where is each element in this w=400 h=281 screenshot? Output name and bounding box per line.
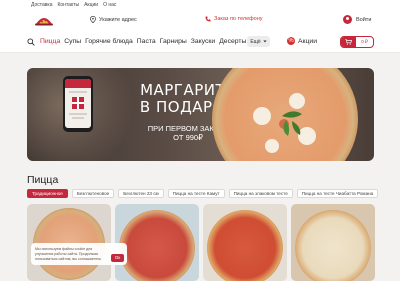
category-nav: Пицца Супы Горячие блюда Паста Гарниры З…	[0, 31, 400, 53]
nav-item-soups[interactable]: Супы	[64, 38, 81, 45]
order-by-phone[interactable]: Заказ по телефону	[205, 16, 263, 22]
nav-items: Пицца Супы Горячие блюда Паста Гарниры З…	[40, 38, 246, 45]
cart-icon	[341, 37, 356, 47]
filter-traditional[interactable]: Традиционное	[27, 189, 68, 198]
filter-kamut[interactable]: Пицца на тесте Камут	[167, 189, 225, 198]
product-card[interactable]	[115, 204, 199, 281]
top-links: Доставка Контакты Акции О нас	[31, 2, 116, 8]
phone-icon	[205, 16, 211, 22]
filter-gluten-free[interactable]: Безглютеновое	[71, 189, 115, 198]
top-link-promos[interactable]: Акции	[84, 2, 98, 8]
promo-banner[interactable]: МАРГАРИТА В ПОДАРОК ПРИ ПЕРВОМ ЗАКАЗЕ ОТ…	[27, 68, 374, 161]
cookie-text: Мы используем файлы cookie для улучшения…	[35, 247, 102, 261]
more-dropdown[interactable]: Ещё	[247, 36, 270, 47]
filter-gluten-free-23[interactable]: Безглютен 23 см	[118, 189, 164, 198]
address-selector[interactable]: Укажите адрес	[90, 16, 137, 23]
nav-item-pasta[interactable]: Паста	[137, 38, 156, 45]
more-label: Ещё	[250, 38, 261, 45]
top-info-bar: Доставка Контакты Акции О нас	[0, 0, 400, 11]
top-link-delivery[interactable]: Доставка	[31, 2, 52, 8]
promo-link[interactable]: % Акции	[287, 37, 317, 45]
cart-sum: 0 ₽	[361, 39, 368, 44]
pizza-image	[212, 68, 358, 161]
promo-label: Акции	[298, 37, 317, 45]
product-image	[119, 210, 195, 281]
nav-item-hot-dishes[interactable]: Горячие блюда	[85, 38, 133, 45]
search-icon[interactable]	[27, 38, 35, 46]
nav-item-pizza[interactable]: Пицца	[40, 38, 60, 45]
chevron-down-icon	[262, 40, 267, 43]
dough-filters: Традиционное Безглютеновое Безглютен 23 …	[27, 189, 379, 198]
location-pin-icon	[90, 16, 96, 23]
product-card[interactable]	[203, 204, 287, 281]
nav-item-snacks[interactable]: Закуски	[191, 38, 215, 45]
login-button[interactable]: Войти	[343, 15, 371, 24]
nav-item-desserts[interactable]: Десерты	[219, 38, 246, 45]
phone-illustration	[63, 76, 93, 132]
gift-icon	[72, 97, 84, 109]
nav-item-sides[interactable]: Гарниры	[160, 38, 187, 45]
header: Укажите адрес Заказ по телефону Войти	[0, 11, 400, 31]
cart-button[interactable]: 0 ₽	[340, 36, 374, 48]
filter-cereal[interactable]: Пицца на злаковом тесте	[228, 189, 293, 198]
login-label: Войти	[356, 16, 372, 23]
percent-icon: %	[287, 37, 295, 45]
order-by-phone-label: Заказ по телефону	[214, 16, 263, 22]
cookie-ok-button[interactable]: Ок	[111, 254, 124, 262]
section-title: Пицца	[27, 174, 59, 186]
cookie-notice: Мы используем файлы cookie для улучшения…	[31, 243, 127, 265]
user-icon	[343, 15, 352, 24]
filter-ciabatta[interactable]: Пицца на тесте Чиабатта Романа	[296, 189, 379, 198]
top-link-contacts[interactable]: Контакты	[57, 2, 79, 8]
product-image	[295, 210, 371, 281]
pizza-toppings	[253, 93, 316, 153]
product-image	[207, 210, 283, 281]
logo[interactable]	[34, 13, 54, 26]
address-label: Укажите адрес	[99, 16, 137, 23]
top-link-about[interactable]: О нас	[103, 2, 116, 8]
product-card[interactable]	[291, 204, 375, 281]
